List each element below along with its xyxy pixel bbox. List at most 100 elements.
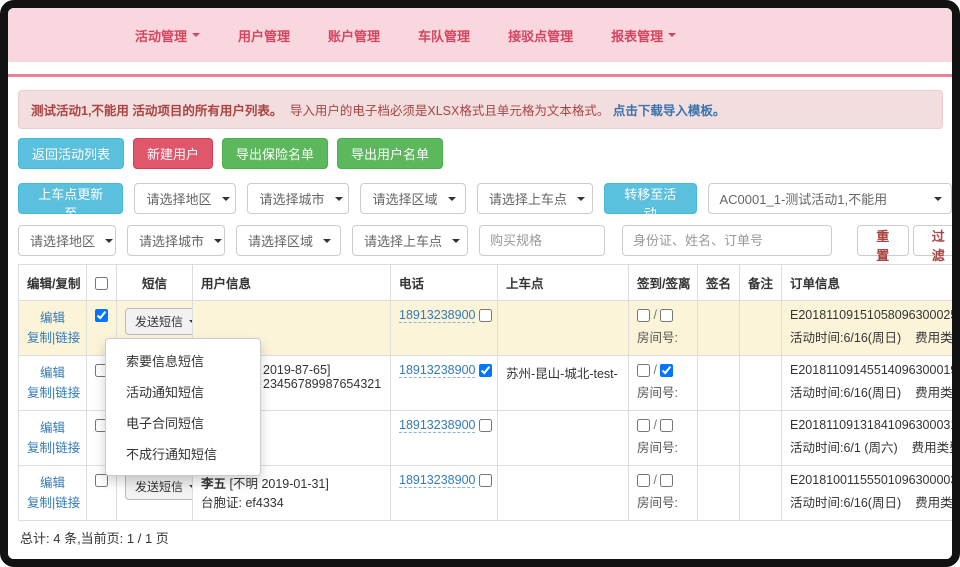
caret-down-icon bbox=[105, 239, 113, 243]
phone-link[interactable]: 18913238900 bbox=[399, 473, 475, 488]
edit-link[interactable]: 编辑 bbox=[40, 421, 65, 435]
nav-item-user-management[interactable]: 用户管理 bbox=[238, 26, 290, 45]
user-id-line: 台胞证: ef4334 bbox=[201, 492, 382, 511]
header-sms: 短信 bbox=[117, 265, 193, 301]
order-id: E20181109131841096300031 bbox=[790, 418, 952, 432]
edit-link[interactable]: 编辑 bbox=[40, 366, 65, 380]
sign-in-checkbox[interactable] bbox=[637, 419, 650, 432]
transfer-to-activity-button[interactable]: 转移至活动 bbox=[604, 183, 697, 214]
order-fee-type: 费用类型 bbox=[915, 331, 952, 345]
chevron-down-icon bbox=[668, 33, 676, 37]
nav-item-report-management[interactable]: 报表管理 bbox=[611, 26, 676, 45]
copy-link[interactable]: 复制|链接 bbox=[27, 386, 80, 400]
new-user-button[interactable]: 新建用户 bbox=[133, 138, 213, 169]
phone-checkbox[interactable] bbox=[479, 309, 492, 322]
pickup-point-select[interactable]: 请选择上车点 bbox=[477, 183, 593, 214]
caret-down-icon bbox=[214, 239, 222, 243]
send-sms-label: 发送短信 bbox=[135, 313, 183, 330]
caret-down-icon bbox=[189, 320, 192, 324]
filter-button[interactable]: 过滤 bbox=[913, 225, 952, 256]
pickup-cell bbox=[498, 301, 629, 356]
sign-out-checkbox[interactable] bbox=[660, 309, 673, 322]
search-input[interactable] bbox=[622, 225, 832, 256]
menu-item-activity-notice-sms[interactable]: 活动通知短信 bbox=[106, 376, 260, 407]
phone-checkbox[interactable] bbox=[479, 364, 492, 377]
nav-item-label: 用户管理 bbox=[238, 26, 290, 45]
nav-item-fleet-management[interactable]: 车队管理 bbox=[418, 26, 470, 45]
district-filter-select[interactable]: 请选择区域 bbox=[236, 225, 341, 256]
back-to-activity-list-button[interactable]: 返回活动列表 bbox=[18, 138, 124, 169]
phone-link[interactable]: 18913238900 bbox=[399, 308, 475, 323]
reset-button[interactable]: 重置 bbox=[857, 225, 909, 256]
sign-in-checkbox[interactable] bbox=[637, 474, 650, 487]
export-insurance-list-button[interactable]: 导出保险名单 bbox=[222, 138, 328, 169]
sign-out-checkbox[interactable] bbox=[660, 364, 673, 377]
sign-in-checkbox[interactable] bbox=[637, 364, 650, 377]
pickup-cell bbox=[498, 411, 629, 466]
order-fee-type: 费用类型 bbox=[912, 441, 952, 455]
send-sms-button[interactable]: 发送短信 bbox=[125, 308, 193, 335]
room-number-label: 房间号: bbox=[637, 437, 689, 456]
city-select[interactable]: 请选择城市 bbox=[247, 183, 349, 214]
sign-in-checkbox[interactable] bbox=[637, 309, 650, 322]
nav-item-account-management[interactable]: 账户管理 bbox=[328, 26, 380, 45]
copy-link[interactable]: 复制|链接 bbox=[27, 441, 80, 455]
header-remark: 备注 bbox=[740, 265, 782, 301]
header-pickup-point: 上车点 bbox=[498, 265, 629, 301]
region-filter-select[interactable]: 请选择地区 bbox=[18, 225, 116, 256]
order-time: 活动时间:6/1 (周六) bbox=[790, 441, 898, 455]
edit-link[interactable]: 编辑 bbox=[40, 311, 65, 325]
nav-item-activity-management[interactable]: 活动管理 bbox=[135, 26, 200, 45]
pickup-cell bbox=[498, 466, 629, 521]
phone-checkbox[interactable] bbox=[479, 419, 492, 432]
caret-down-icon bbox=[222, 197, 230, 201]
user-meta: [不明 2019-01-31] bbox=[230, 477, 329, 491]
purchase-spec-input[interactable] bbox=[479, 225, 605, 256]
sign-separator: / bbox=[653, 308, 656, 322]
select-value: 请选择城市 bbox=[259, 189, 324, 208]
download-template-link[interactable]: 点击下载导入模板。 bbox=[613, 104, 726, 118]
sign-separator: / bbox=[653, 363, 656, 377]
copy-link[interactable]: 复制|链接 bbox=[27, 496, 80, 510]
header-edit-copy: 编辑/复制 bbox=[19, 265, 87, 301]
phone-link[interactable]: 18913238900 bbox=[399, 363, 475, 378]
select-value: 请选择地区 bbox=[146, 189, 211, 208]
row-checkbox[interactable] bbox=[95, 309, 108, 322]
menu-item-request-info-sms[interactable]: 索要信息短信 bbox=[106, 345, 260, 376]
navbar-divider bbox=[8, 74, 952, 77]
user-id-line: 23456789987654321 bbox=[263, 377, 382, 391]
city-filter-select[interactable]: 请选择城市 bbox=[127, 225, 225, 256]
row-checkbox[interactable] bbox=[95, 474, 108, 487]
filter-row-pickup-update: 上车点更新至 请选择地区 请选择城市 请选择区域 请选择上车点 转移至活动 AC… bbox=[18, 183, 952, 214]
send-sms-button[interactable]: 发送短信 bbox=[125, 473, 193, 500]
user-meta: 2019-87-65] bbox=[263, 363, 330, 377]
toolbar: 返回活动列表 新建用户 导出保险名单 导出用户名单 bbox=[18, 138, 443, 169]
phone-checkbox[interactable] bbox=[479, 474, 492, 487]
select-all-checkbox[interactable] bbox=[95, 277, 108, 290]
order-id: E20181001155501096300003 bbox=[790, 473, 952, 487]
sign-out-checkbox[interactable] bbox=[660, 474, 673, 487]
sign-out-checkbox[interactable] bbox=[660, 419, 673, 432]
pickup-filter-select[interactable]: 请选择上车点 bbox=[352, 225, 468, 256]
export-user-list-button[interactable]: 导出用户名单 bbox=[337, 138, 443, 169]
district-select[interactable]: 请选择区域 bbox=[360, 183, 465, 214]
phone-link[interactable]: 18913238900 bbox=[399, 418, 475, 433]
select-value: 请选择上车点 bbox=[364, 231, 442, 250]
copy-link[interactable]: 复制|链接 bbox=[27, 331, 80, 345]
menu-item-e-contract-sms[interactable]: 电子合同短信 bbox=[106, 407, 260, 438]
order-id: E20181109145514096300019 bbox=[790, 363, 952, 377]
header-signature: 签名 bbox=[698, 265, 740, 301]
edit-link[interactable]: 编辑 bbox=[40, 476, 65, 490]
nav-item-label: 活动管理 bbox=[135, 26, 187, 45]
region-select[interactable]: 请选择地区 bbox=[134, 183, 236, 214]
select-value: AC0001_1-测试活动1,不能用 bbox=[720, 189, 888, 208]
order-time: 活动时间:6/16(周日) bbox=[790, 386, 901, 400]
room-number-label: 房间号: bbox=[637, 327, 689, 346]
update-pickup-point-button[interactable]: 上车点更新至 bbox=[18, 183, 123, 214]
window-frame: 活动管理 用户管理 账户管理 车队管理 接驳点管理 报表管理 测试活动1,不能用… bbox=[0, 0, 960, 567]
sign-separator: / bbox=[653, 418, 656, 432]
nav-item-pickup-point-management[interactable]: 接驳点管理 bbox=[508, 26, 573, 45]
activity-select[interactable]: AC0001_1-测试活动1,不能用 bbox=[708, 183, 953, 214]
room-number-label: 房间号: bbox=[637, 382, 689, 401]
menu-item-trip-cancel-notice-sms[interactable]: 不成行通知短信 bbox=[106, 438, 260, 469]
